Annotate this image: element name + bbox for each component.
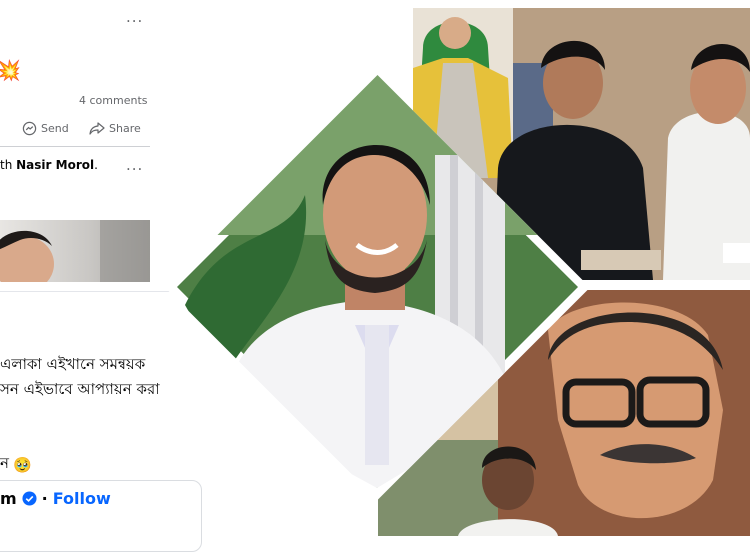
follow-button[interactable]: Follow [53,489,111,508]
post-text-tail: ন [0,454,9,472]
verified-badge-icon [22,491,37,506]
tagged-prefix: th [0,158,13,172]
post-text-line-3: ন 🥹 [0,452,32,477]
send-label: Send [41,122,69,135]
pleading-face-emoji: 🥹 [12,455,32,474]
person-head-graphic [0,220,150,282]
account-follow-row: m · Follow [0,489,111,508]
collision-emoji: 💥 [0,58,21,82]
share-label: Share [109,122,141,135]
tagged-line: th Nasir Morol. [0,158,98,172]
share-button[interactable]: Share [89,121,141,136]
post-text-line-1: এলাকা এইখানে সমন্বয়ক [0,355,146,373]
section-divider [0,146,150,147]
post-photo-thumbnail[interactable] [0,220,150,282]
account-name-tail[interactable]: m [0,489,17,508]
post-text-line-2: সন এইভাবে আপ্যায়ন করা [0,380,160,398]
send-button[interactable]: Send [22,121,69,136]
more-options-icon[interactable]: ... [126,8,143,26]
share-arrow-icon [89,122,105,135]
facebook-post-panel: ... 💥 4 comments Send Share th Nasir Mor… [0,0,210,552]
more-options-icon-2[interactable]: ... [126,156,143,174]
comments-count[interactable]: 4 comments [79,94,148,107]
messenger-icon [22,121,37,136]
tagged-name-link[interactable]: Nasir Morol [16,158,94,172]
